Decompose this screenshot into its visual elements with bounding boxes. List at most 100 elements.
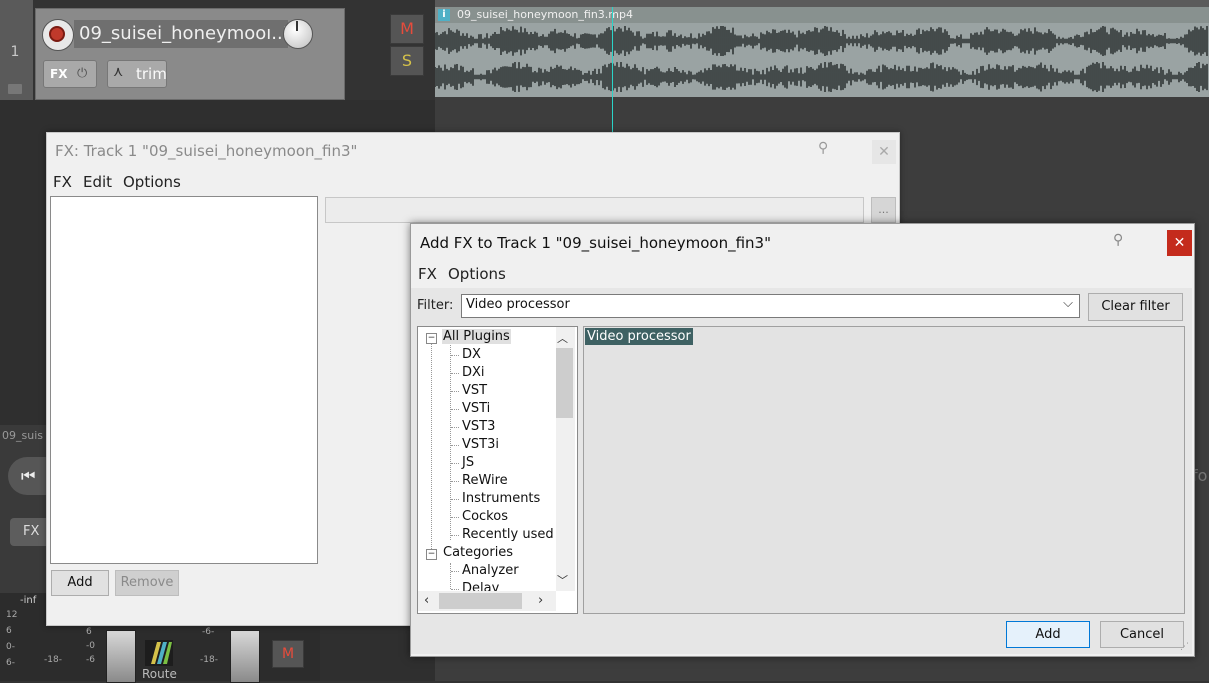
peak-readout: -inf bbox=[20, 595, 37, 606]
mixer-track-name: 09_suis bbox=[2, 429, 43, 442]
volume-fader[interactable] bbox=[230, 630, 260, 683]
playhead-cursor bbox=[612, 7, 613, 137]
tree-connector bbox=[451, 517, 459, 518]
meter-tick: 6 bbox=[86, 627, 92, 637]
meter-tick: -0 bbox=[86, 641, 95, 651]
tree-item-categories[interactable]: Categories bbox=[443, 545, 513, 560]
meter-scale-left: 12 6 0- 6- bbox=[6, 607, 17, 671]
add-menu-fx[interactable]: FX bbox=[418, 265, 437, 283]
track-number: 1 bbox=[10, 44, 20, 60]
cancel-button[interactable]: Cancel bbox=[1100, 621, 1184, 648]
tree-item-all-plugins[interactable]: All Plugins bbox=[442, 329, 511, 344]
add-button[interactable]: Add bbox=[1006, 621, 1090, 648]
media-info-icon[interactable]: i bbox=[438, 9, 450, 21]
tree-connector bbox=[451, 481, 459, 482]
track-name-field[interactable]: 09_suisei_honeymooı..3 bbox=[74, 20, 288, 48]
waveform-right-channel bbox=[435, 62, 1208, 92]
tree-item-plugin-type[interactable]: DXi bbox=[462, 365, 485, 380]
meter-tick: -18- bbox=[44, 655, 62, 665]
pin-icon[interactable]: ⚲ bbox=[1113, 232, 1123, 248]
fx-browse-button[interactable]: ... bbox=[871, 197, 896, 223]
volume-knob[interactable] bbox=[283, 19, 313, 49]
mixer-mute-button[interactable]: M bbox=[272, 640, 304, 668]
tree-item-plugin-type[interactable]: VST bbox=[462, 383, 487, 398]
tree-horizontal-thumb[interactable] bbox=[439, 593, 522, 609]
fx-preset-field[interactable] bbox=[325, 197, 864, 223]
tree-item-plugin-type[interactable]: Recently used bbox=[462, 527, 554, 542]
trim-label: trim bbox=[136, 65, 167, 83]
add-menu-options[interactable]: Options bbox=[448, 265, 506, 283]
plugin-result-item[interactable]: Video processor bbox=[585, 328, 693, 345]
meter-tick: -6- bbox=[202, 627, 215, 637]
tree-connector bbox=[450, 345, 451, 540]
tree-connector bbox=[451, 427, 459, 428]
mixer-fx-label: FX bbox=[23, 524, 40, 539]
tree-connector bbox=[451, 445, 459, 446]
tree-connector bbox=[451, 463, 459, 464]
tree-connector bbox=[451, 535, 459, 536]
meter-tick: -6 bbox=[86, 655, 95, 665]
media-item-title: 09_suisei_honeymoon_fin3.mp4 bbox=[457, 8, 633, 21]
fx-add-button[interactable]: Add bbox=[51, 570, 109, 596]
tree-connector bbox=[451, 373, 459, 374]
track-fx-label: FX bbox=[50, 67, 68, 81]
plugin-results-list[interactable] bbox=[583, 326, 1185, 614]
tree-item-plugin-type[interactable]: VST3i bbox=[462, 437, 499, 452]
tree-vertical-thumb[interactable] bbox=[556, 348, 573, 418]
scroll-down-icon[interactable]: ﹀ bbox=[557, 572, 568, 588]
tree-item-category[interactable]: Analyzer bbox=[462, 563, 519, 578]
fx-chain-list[interactable] bbox=[50, 196, 318, 564]
tree-item-plugin-type[interactable]: Cockos bbox=[462, 509, 508, 524]
clear-filter-button[interactable]: Clear filter bbox=[1088, 293, 1183, 321]
fx-bypass-power-icon[interactable]: ⏻ bbox=[77, 66, 87, 81]
tree-connector bbox=[451, 409, 459, 410]
tree-item-plugin-type[interactable]: ReWire bbox=[462, 473, 508, 488]
fx-menu-fx[interactable]: FX bbox=[53, 173, 72, 191]
collapse-icon[interactable]: − bbox=[426, 333, 437, 344]
route-stripes-icon bbox=[151, 642, 172, 664]
chevron-down-icon[interactable]: ⌵ bbox=[1060, 296, 1076, 314]
fx-window-title: FX: Track 1 "09_suisei_honeymoon_fin3" bbox=[55, 142, 358, 160]
skip-back-icon: ⏮ bbox=[21, 466, 36, 485]
tree-connector bbox=[451, 571, 459, 572]
add-fx-title: Add FX to Track 1 "09_suisei_honeymoon_f… bbox=[420, 234, 771, 252]
envelope-icon: ⋏ bbox=[113, 64, 124, 80]
route-icon[interactable] bbox=[145, 640, 173, 666]
route-label: Route bbox=[142, 667, 177, 681]
meter-tick: 6 bbox=[6, 626, 12, 636]
collapse-icon[interactable]: − bbox=[426, 549, 437, 560]
folder-icon[interactable] bbox=[8, 84, 22, 94]
tree-connector bbox=[451, 589, 459, 590]
pin-icon[interactable]: ⚲ bbox=[818, 140, 828, 156]
volume-fader[interactable] bbox=[106, 630, 136, 683]
fx-window-close-button[interactable]: ✕ bbox=[872, 140, 896, 164]
tree-item-plugin-type[interactable]: VSTi bbox=[462, 401, 490, 416]
scroll-up-icon[interactable]: ︿ bbox=[557, 330, 568, 346]
close-icon[interactable]: ✕ bbox=[1167, 230, 1192, 256]
tree-connector bbox=[451, 499, 459, 500]
tree-connector bbox=[451, 391, 459, 392]
resize-grip-icon[interactable]: ⋰ bbox=[1180, 642, 1189, 652]
mute-button[interactable]: M bbox=[390, 14, 424, 44]
tree-item-plugin-type[interactable]: Instruments bbox=[462, 491, 540, 506]
filter-input-value[interactable]: Video processor bbox=[466, 297, 570, 312]
tree-connector bbox=[450, 563, 451, 589]
tree-item-plugin-type[interactable]: VST3 bbox=[462, 419, 495, 434]
tree-item-plugin-type[interactable]: DX bbox=[462, 347, 481, 362]
scroll-left-icon[interactable]: ‹ bbox=[424, 593, 429, 608]
scroll-right-icon[interactable]: › bbox=[538, 593, 543, 608]
fx-menu-options[interactable]: Options bbox=[123, 173, 181, 191]
meter-tick: -18- bbox=[200, 655, 218, 665]
tree-connector bbox=[451, 355, 459, 356]
tree-connector bbox=[431, 343, 432, 553]
meter-tick: 0- bbox=[6, 642, 15, 652]
fx-menu-edit[interactable]: Edit bbox=[83, 173, 112, 191]
waveform-left-channel bbox=[435, 26, 1208, 56]
meter-tick: 12 bbox=[6, 610, 18, 620]
tree-item-plugin-type[interactable]: JS bbox=[462, 455, 474, 470]
record-arm-icon bbox=[49, 26, 65, 42]
fx-remove-button[interactable]: Remove bbox=[115, 570, 179, 596]
filter-label: Filter: bbox=[417, 298, 454, 313]
solo-button[interactable]: S bbox=[390, 46, 424, 76]
meter-scale-mid: 6 -0 -6 bbox=[86, 625, 95, 667]
